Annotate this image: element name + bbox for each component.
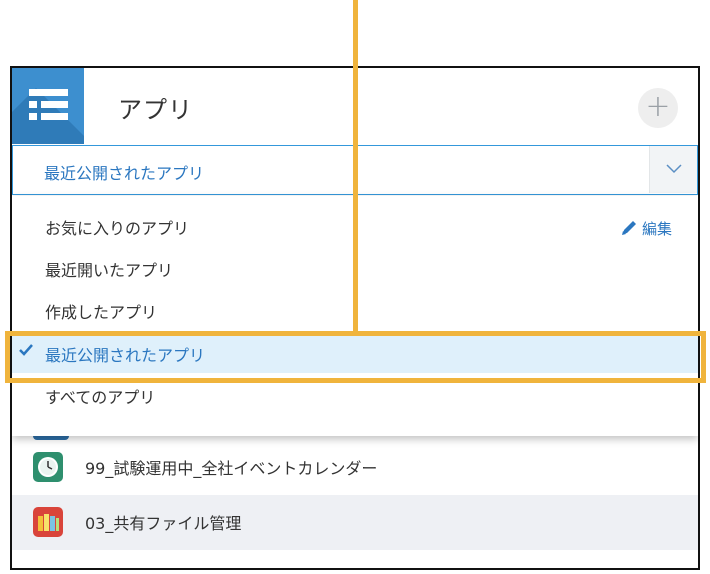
list-item[interactable]: 99_試験運用中_全社イベントカレンダー bbox=[12, 440, 698, 495]
add-app-button[interactable]: + bbox=[638, 88, 678, 128]
clock-icon bbox=[33, 452, 63, 482]
list-item[interactable]: 03_共有ファイル管理 bbox=[12, 495, 698, 550]
binder-icon bbox=[33, 507, 63, 537]
select-value: 最近公開されたアプリ bbox=[44, 164, 205, 183]
pencil-icon bbox=[622, 221, 636, 235]
callout-line bbox=[353, 0, 358, 334]
app-name: 99_試験運用中_全社イベントカレンダー bbox=[85, 459, 378, 478]
page-title: アプリ bbox=[118, 96, 193, 124]
app-name: 03_共有ファイル管理 bbox=[85, 514, 242, 533]
app-list-icon bbox=[12, 68, 84, 144]
chevron-down-icon[interactable] bbox=[649, 146, 697, 193]
edit-label: 編集 bbox=[642, 220, 673, 238]
callout-highlight-box bbox=[5, 331, 706, 383]
